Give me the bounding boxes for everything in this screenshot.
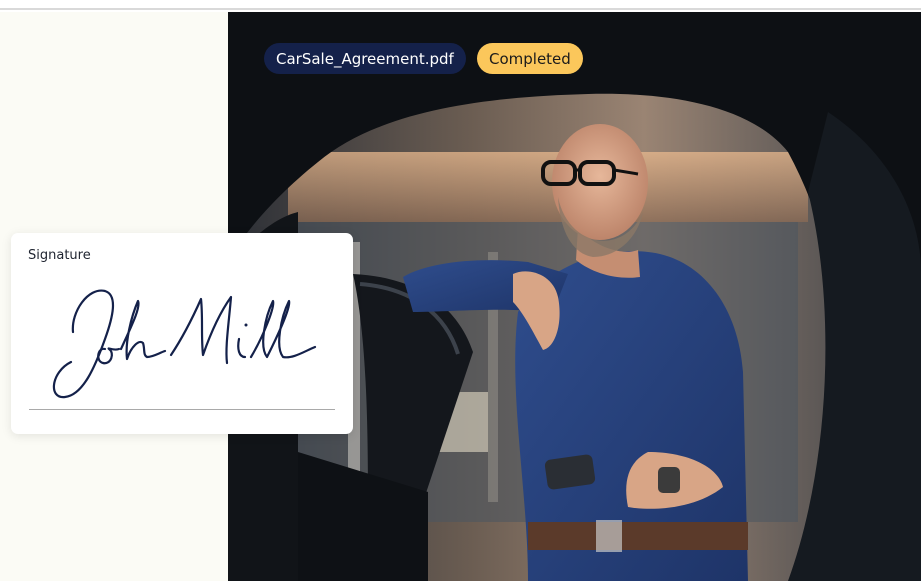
page-canvas: CarSale_Agreement.pdf Completed Signatur… (0, 0, 921, 581)
signature-baseline (29, 409, 335, 410)
signature-drawing-icon (52, 289, 317, 399)
file-name-badge[interactable]: CarSale_Agreement.pdf (264, 43, 466, 74)
signature-label: Signature (28, 248, 91, 263)
signature-card: Signature (11, 233, 353, 434)
status-badge: Completed (477, 43, 583, 74)
top-divider (0, 0, 921, 10)
